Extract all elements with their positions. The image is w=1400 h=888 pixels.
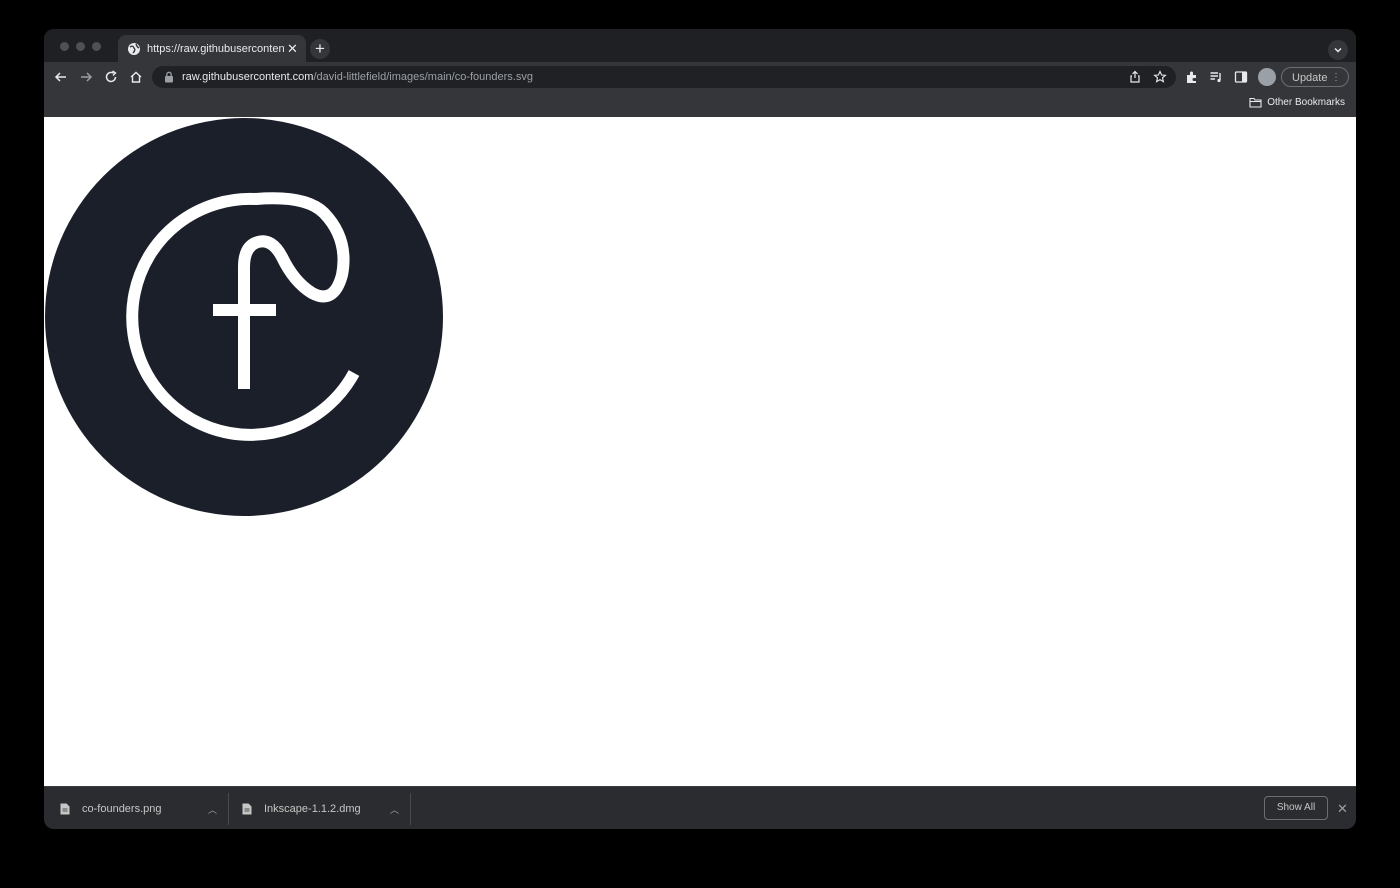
arrow-left-icon [54,72,66,82]
forward-button[interactable] [78,69,94,85]
tab-title: https://raw.githubusercontent.com/david-… [147,42,285,55]
chevron-down-icon [1334,47,1342,53]
download-item[interactable]: co-founders.png ︿ [60,795,217,823]
home-button[interactable] [128,69,144,85]
bookmark-star-icon[interactable] [1153,70,1167,84]
playlist-icon [1210,72,1221,83]
address-bar[interactable]: raw.githubusercontent.com/david-littlefi… [152,66,1176,88]
other-bookmarks-button[interactable]: Other Bookmarks [1249,97,1345,108]
url-host: raw.githubusercontent.com [182,71,314,83]
side-panel-icon [1234,71,1248,83]
fullscreen-window-button[interactable] [92,42,101,51]
profile-avatar[interactable] [1258,68,1276,86]
download-shelf: co-founders.png ︿ Inkscape-1.1.2.dmg ︿ S… [44,786,1356,829]
side-panel-button[interactable] [1233,69,1249,85]
download-name: Inkscape-1.1.2.dmg [264,803,361,815]
close-shelf-icon[interactable]: ✕ [1337,801,1348,817]
file-icon [242,803,252,815]
close-window-button[interactable] [60,42,69,51]
tab-close-icon[interactable]: ✕ [287,41,298,57]
browser-window: https://raw.githubusercontent.com/david-… [44,29,1356,829]
media-control-button[interactable] [1208,69,1224,85]
bookmarks-bar: Other Bookmarks [44,92,1356,117]
tab-strip: https://raw.githubusercontent.com/david-… [44,29,1356,62]
tab-search-button[interactable] [1328,40,1348,60]
url-text: raw.githubusercontent.com/david-littlefi… [182,71,533,83]
arrow-right-icon [81,72,93,82]
lock-icon [165,71,173,83]
reload-button[interactable] [103,69,119,85]
download-item[interactable]: Inkscape-1.1.2.dmg ︿ [242,795,399,823]
puzzle-icon [1187,71,1196,83]
reload-icon [105,70,117,83]
page-content [44,117,1356,786]
toolbar: raw.githubusercontent.com/david-littlefi… [44,62,1356,92]
chevron-up-icon[interactable]: ︿ [208,803,217,816]
update-button[interactable]: Update ⋮ [1281,67,1349,87]
share-icon[interactable] [1128,70,1142,84]
minimize-window-button[interactable] [76,42,85,51]
back-button[interactable] [53,69,69,85]
download-divider [410,793,411,825]
download-divider [228,793,229,825]
more-menu-icon[interactable]: ⋮ [1331,68,1341,88]
globe-icon [128,42,140,55]
co-founders-logo [45,118,443,516]
file-icon [60,803,70,815]
url-path: /david-littlefield/images/main/co-founde… [313,71,533,83]
update-label: Update [1292,72,1328,84]
tab-active[interactable]: https://raw.githubusercontent.com/david-… [118,35,306,62]
chevron-up-icon[interactable]: ︿ [390,803,399,816]
show-all-button[interactable]: Show All [1264,796,1328,820]
folder-icon [1249,97,1262,108]
extensions-button[interactable] [1184,69,1200,85]
home-icon [130,71,142,83]
other-bookmarks-label: Other Bookmarks [1267,97,1345,108]
new-tab-button[interactable]: + [310,39,330,59]
download-name: co-founders.png [82,803,162,815]
